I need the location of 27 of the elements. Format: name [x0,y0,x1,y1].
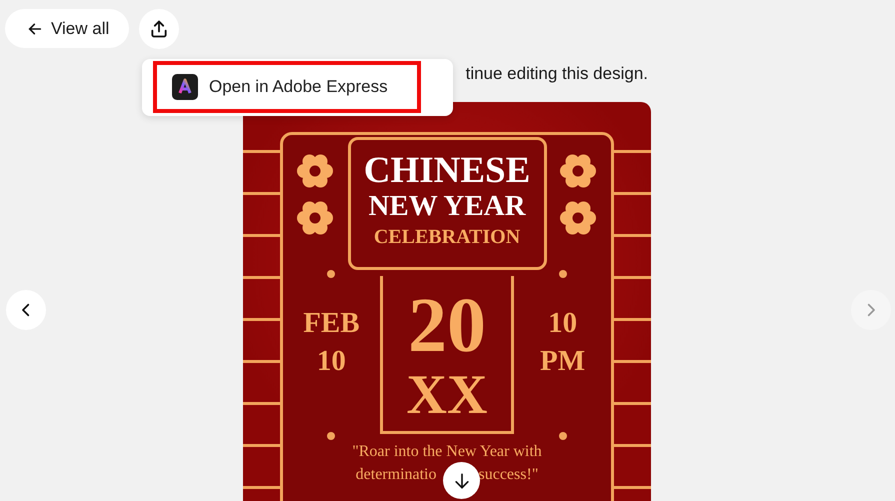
poster-subtitle: NEW YEAR [368,190,526,222]
flower-icon [559,199,597,237]
flower-icon [559,152,597,190]
flower-icon [296,199,334,237]
time-text: 10 [548,308,578,338]
poster-tagline: CELEBRATION [374,225,520,250]
share-button[interactable] [139,9,180,49]
view-all-button[interactable]: View all [5,9,130,48]
poster-title: CHINESE [364,152,530,190]
share-icon [149,19,170,39]
quote-text: "Roar into the New Year with [352,442,542,462]
hint-text: tinue editing this design. [466,63,648,85]
arrow-left-icon [27,20,43,36]
menu-item[interactable]: Open in Adobe Express [153,61,421,113]
dot-icon [327,432,336,440]
time-text: PM [540,346,586,376]
app-logo-icon [172,74,198,100]
flower-icon [296,152,334,190]
dot-icon [558,270,567,278]
year-text: XX [406,366,488,424]
dot-icon [327,270,336,278]
year-text: 20 [408,284,486,366]
dot-icon [558,432,567,440]
date-text: 10 [316,346,346,376]
date-text: FEB [303,308,360,338]
quote-text: success!" [478,465,538,485]
quote-text: determinatio [356,465,436,485]
